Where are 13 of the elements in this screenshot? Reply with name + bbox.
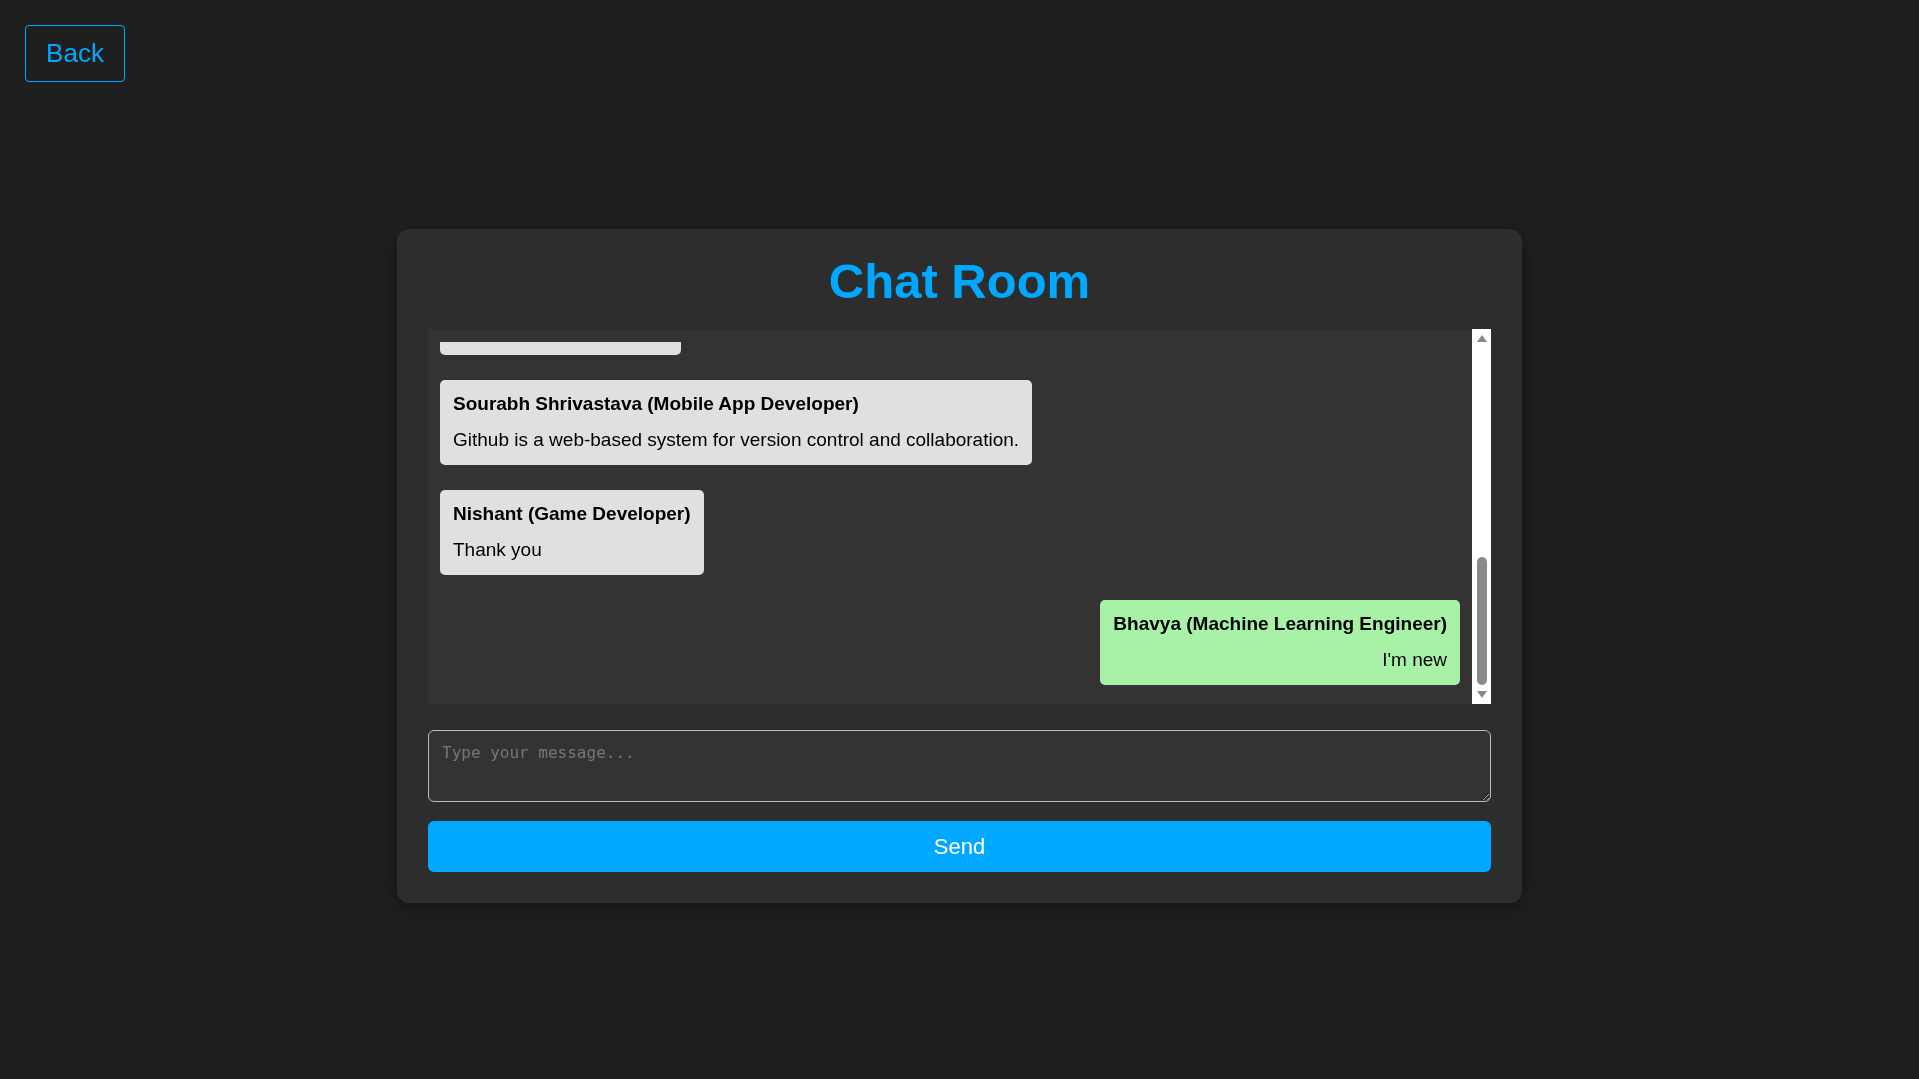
- message-text: I'm new: [1381, 648, 1447, 672]
- scroll-down-icon[interactable]: [1476, 691, 1487, 698]
- message-text: Github is a web-based system for version control and collaboration.: [453, 428, 1020, 452]
- message-sender: Bhavya (Machine Learning Engineer): [1113, 612, 1447, 636]
- chat-title: Chat Room: [827, 253, 1092, 310]
- back-button[interactable]: Back: [25, 25, 125, 82]
- message-sender: Nishant (Game Developer): [453, 502, 691, 526]
- scrollbar[interactable]: [1472, 329, 1491, 704]
- scroll-up-icon[interactable]: [1476, 335, 1487, 342]
- message-input[interactable]: Type your message...: [428, 730, 1491, 802]
- message-sender: Sourabh Shrivastava (Mobile App Developer): [453, 392, 860, 416]
- message-text: Thank you: [453, 538, 543, 562]
- scrollbar-thumb[interactable]: [1476, 557, 1487, 685]
